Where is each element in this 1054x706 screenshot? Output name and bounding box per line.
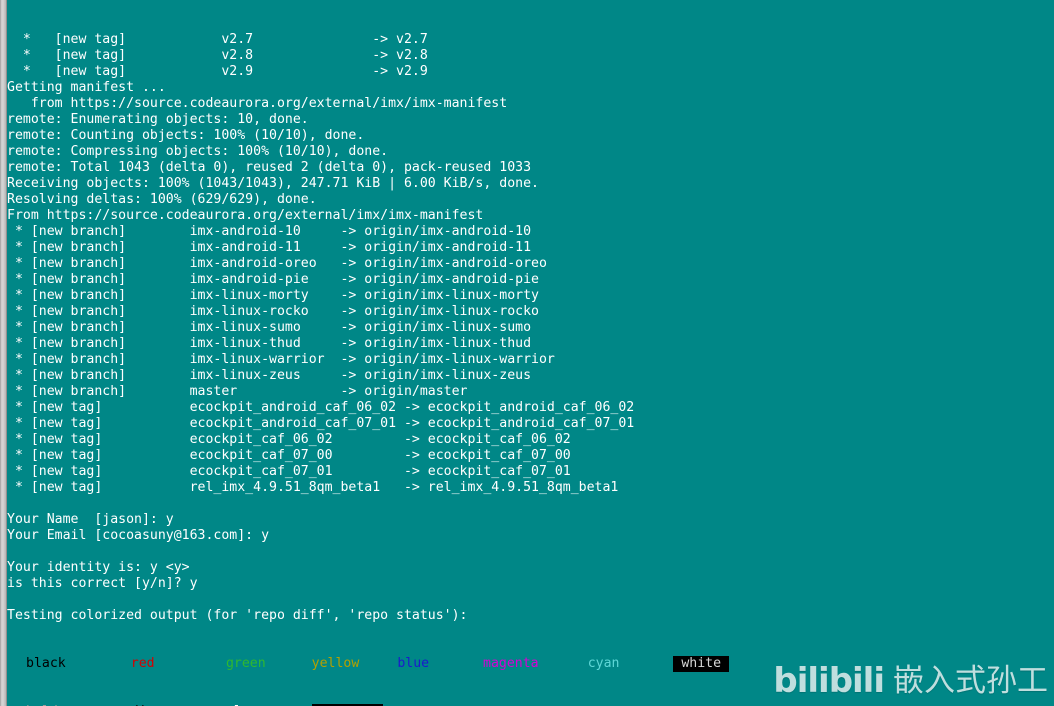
terminal-line: * [new branch] master -> origin/master bbox=[7, 384, 468, 399]
color-sample-blue: blue bbox=[397, 656, 430, 671]
color-test-row-normal: black red green yellow blue magenta cyan white bbox=[7, 656, 1054, 672]
terminal-screen[interactable]: * [new tag] v2.7 -> v2.7 * [new tag] v2.… bbox=[7, 0, 1054, 706]
terminal-output-top: * [new tag] v2.7 -> v2.7 * [new tag] v2.… bbox=[7, 32, 1054, 624]
terminal-line: * [new tag] v2.7 -> v2.7 bbox=[7, 32, 428, 47]
terminal-line: is this correct [y/n]? y bbox=[7, 576, 198, 591]
terminal-line: from https://source.codeaurora.org/exter… bbox=[7, 96, 508, 111]
color-sample-green: green bbox=[225, 656, 266, 671]
terminal-line: * [new tag] ecockpit_android_caf_06_02 -… bbox=[7, 400, 635, 415]
terminal-line: * [new branch] imx-android-oreo -> origi… bbox=[7, 256, 547, 271]
terminal-line: Receiving objects: 100% (1043/1043), 247… bbox=[7, 176, 539, 191]
terminal-line: * [new tag] ecockpit_android_caf_07_01 -… bbox=[7, 416, 635, 431]
color-sample-white: white bbox=[673, 656, 729, 672]
terminal-line: Resolving deltas: 100% (629/629), done. bbox=[7, 192, 317, 207]
terminal-line: remote: Compressing objects: 100% (10/10… bbox=[7, 144, 389, 159]
terminal-line: * [new branch] imx-linux-warrior -> orig… bbox=[7, 352, 555, 367]
terminal-line: * [new branch] imx-linux-sumo -> origin/… bbox=[7, 320, 532, 335]
vertical-scrollbar[interactable] bbox=[0, 0, 7, 706]
terminal-line: From https://source.codeaurora.org/exter… bbox=[7, 208, 484, 223]
terminal-line: * [new branch] imx-android-11 -> origin/… bbox=[7, 240, 532, 255]
terminal-line: * [new branch] imx-linux-zeus -> origin/… bbox=[7, 368, 532, 383]
terminal-line: * [new tag] ecockpit_caf_07_01 -> ecockp… bbox=[7, 464, 571, 479]
color-sample-magenta: magenta bbox=[483, 656, 539, 671]
terminal-line: Your Name [jason]: y bbox=[7, 512, 174, 527]
terminal-line: * [new branch] imx-linux-morty -> origin… bbox=[7, 288, 539, 303]
terminal-line: * [new tag] rel_imx_4.9.51_8qm_beta1 -> … bbox=[7, 480, 619, 495]
color-sample-cyan: cyan bbox=[587, 656, 620, 671]
terminal-line: * [new tag] ecockpit_caf_07_00 -> ecockp… bbox=[7, 448, 571, 463]
terminal-line: Testing colorized output (for 'repo diff… bbox=[7, 608, 468, 623]
terminal-line: remote: Counting objects: 100% (10/10), … bbox=[7, 128, 365, 143]
terminal-line: * [new branch] imx-android-10 -> origin/… bbox=[7, 224, 532, 239]
terminal-line: * [new branch] imx-linux-rocko -> origin… bbox=[7, 304, 539, 319]
color-sample-yellow: yellow bbox=[311, 656, 360, 671]
terminal-line: Your Email [cocoasuny@163.com]: y bbox=[7, 528, 270, 543]
terminal-line: * [new tag] ecockpit_caf_06_02 -> ecockp… bbox=[7, 432, 571, 447]
terminal-line: * [new branch] imx-android-pie -> origin… bbox=[7, 272, 539, 287]
terminal-line: * [new tag] v2.9 -> v2.9 bbox=[7, 64, 428, 79]
terminal-line: Your identity is: y <y> bbox=[7, 560, 190, 575]
color-sample-black: black bbox=[26, 656, 66, 671]
terminal-line: remote: Enumerating objects: 10, done. bbox=[7, 112, 309, 127]
color-sample-red: red bbox=[130, 656, 155, 671]
terminal-line: * [new tag] v2.8 -> v2.8 bbox=[7, 48, 428, 63]
terminal-line: * [new branch] imx-linux-thud -> origin/… bbox=[7, 336, 532, 351]
terminal-line: remote: Total 1043 (delta 0), reused 2 (… bbox=[7, 160, 532, 175]
terminal-window[interactable]: * [new tag] v2.7 -> v2.7 * [new tag] v2.… bbox=[0, 0, 1054, 706]
terminal-line: Getting manifest ... bbox=[7, 80, 166, 95]
